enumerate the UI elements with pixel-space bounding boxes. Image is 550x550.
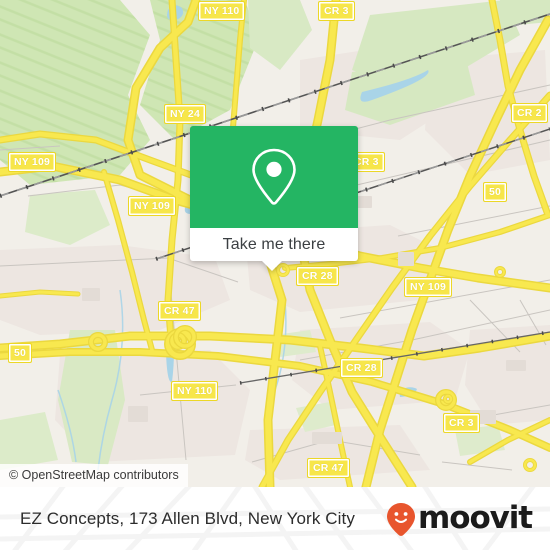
- road-shield: NY 109: [128, 196, 177, 216]
- footer-bar: EZ Concepts, 173 Allen Blvd, New York Ci…: [0, 487, 550, 550]
- road-shield: CR 3: [318, 1, 355, 21]
- location-pin-icon: [252, 148, 296, 205]
- road-shield: NY 110: [171, 381, 219, 401]
- take-me-there-callout[interactable]: Take me there: [190, 126, 358, 271]
- road-shield: CR 28: [296, 266, 339, 286]
- moovit-wordmark: moovit: [418, 500, 533, 536]
- road-shield: CR 2: [511, 103, 548, 123]
- road-shield: 50: [483, 182, 508, 202]
- osm-attribution[interactable]: © OpenStreetMap contributors: [0, 463, 188, 487]
- place-address-label: EZ Concepts, 173 Allen Blvd, New York Ci…: [20, 508, 355, 528]
- road-shield: NY 109: [8, 152, 57, 172]
- callout-action-bar[interactable]: Take me there: [190, 228, 358, 261]
- road-shield: 50: [8, 343, 33, 363]
- road-shield: NY 24: [164, 104, 206, 124]
- road-shield: NY 109: [404, 277, 453, 297]
- moovit-logo[interactable]: moovit: [386, 500, 533, 536]
- road-shield: CR 47: [307, 458, 350, 478]
- take-me-there-label: Take me there: [222, 235, 326, 253]
- road-shield: CR 47: [158, 301, 201, 321]
- road-shield: NY 110: [198, 1, 246, 21]
- road-shield: CR 3: [443, 413, 480, 433]
- map-canvas[interactable]: NY 110 CR 3 CR 2 NY 24 NY 109 CR 3 50 NY 109 CR …: [0, 0, 550, 487]
- callout-tail: [262, 261, 282, 271]
- moovit-smiley-pin-icon: [387, 502, 416, 536]
- footer-content: EZ Concepts, 173 Allen Blvd, New York Ci…: [0, 487, 550, 550]
- moovit-map-screenshot: NY 110 CR 3 CR 2 NY 24 NY 109 CR 3 50 NY 109 CR …: [0, 0, 550, 550]
- callout-icon-panel: [190, 126, 358, 228]
- road-shield: CR 28: [340, 358, 383, 378]
